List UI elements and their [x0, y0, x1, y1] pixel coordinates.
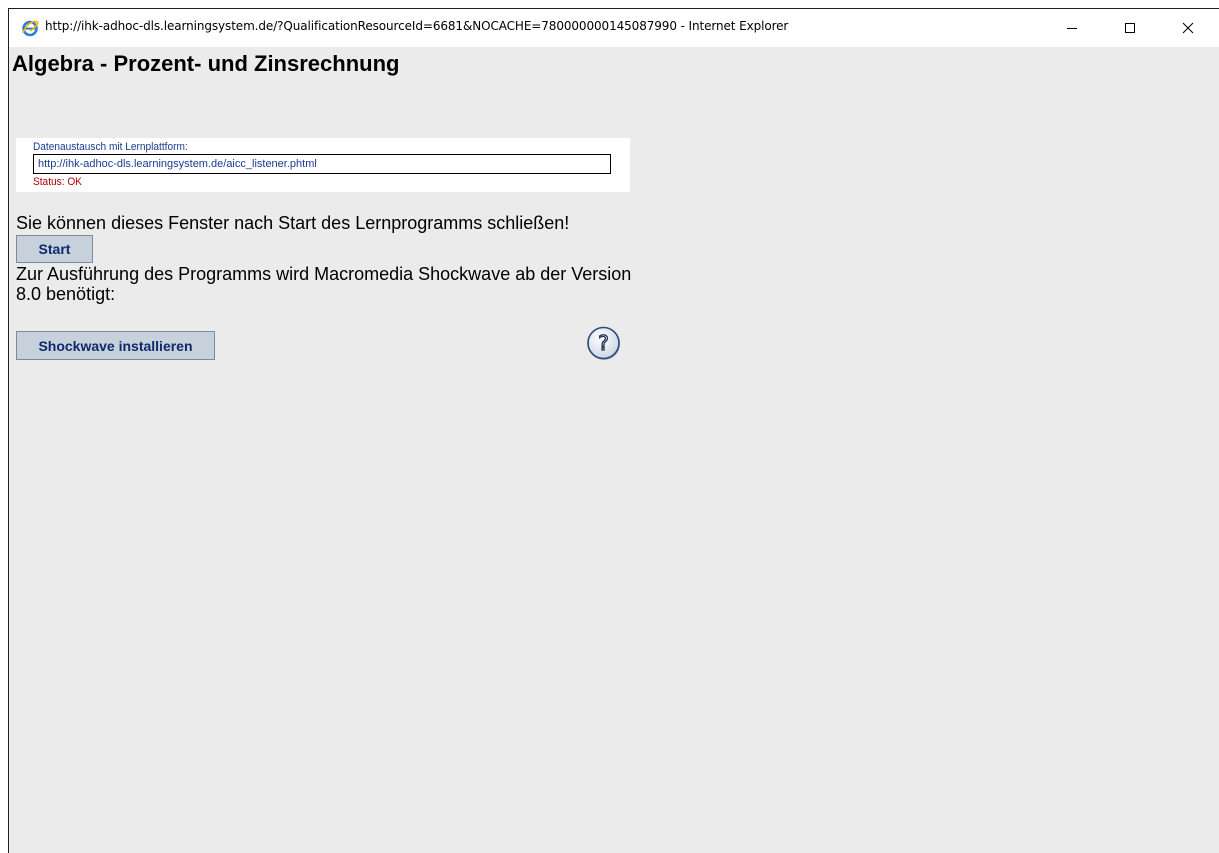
page-title: Algebra - Prozent- und Zinsrechnung	[12, 51, 400, 76]
browser-window: http://ihk-adhoc-dls.learningsystem.de/?…	[8, 8, 1219, 853]
window-title: http://ihk-adhoc-dls.learningsystem.de/?…	[45, 19, 789, 33]
minimize-icon	[1067, 28, 1077, 29]
install-shockwave-button[interactable]: Shockwave installieren	[16, 331, 215, 360]
data-exchange-panel: Datenaustausch mit Lernplattform: Status…	[16, 138, 630, 192]
data-exchange-label: Datenaustausch mit Lernplattform:	[33, 141, 188, 153]
help-glyph: ?	[598, 331, 609, 355]
minimize-button[interactable]	[1049, 9, 1095, 47]
data-exchange-url-field[interactable]	[33, 154, 611, 174]
internet-explorer-icon	[21, 19, 39, 37]
title-bar[interactable]: http://ihk-adhoc-dls.learningsystem.de/?…	[9, 9, 1219, 47]
status-text: Status: OK	[33, 176, 82, 188]
close-button[interactable]	[1165, 9, 1211, 47]
maximize-icon	[1125, 23, 1135, 33]
close-icon	[1182, 22, 1194, 34]
maximize-button[interactable]	[1107, 9, 1153, 47]
help-icon[interactable]: ?	[584, 323, 624, 363]
close-window-notice: Sie können dieses Fenster nach Start des…	[16, 213, 570, 233]
start-button[interactable]: Start	[16, 235, 93, 263]
shockwave-requirement-text: Zur Ausführung des Programms wird Macrom…	[16, 264, 632, 304]
page-content: Algebra - Prozent- und Zinsrechnung Date…	[9, 47, 1219, 853]
